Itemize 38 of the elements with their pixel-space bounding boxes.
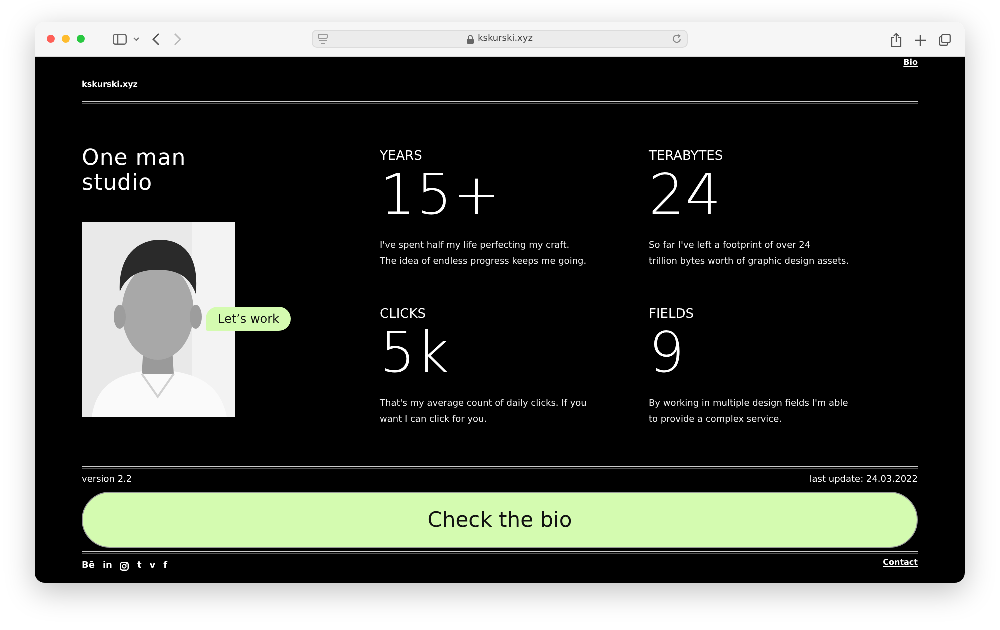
site-name: kskurski.xyz: [82, 80, 138, 89]
share-icon[interactable]: [891, 33, 902, 47]
social-link[interactable]: Bē: [82, 561, 95, 571]
stat-value: 5k: [380, 326, 452, 382]
stat-description: I've spent half my life perfecting my craft. The idea of endless progress keeps me going.: [380, 240, 588, 269]
contact-link[interactable]: Contact: [883, 558, 918, 566]
tabs-icon[interactable]: [939, 34, 951, 46]
stat-label: YEARS: [380, 149, 424, 164]
sidebar-icon[interactable]: [113, 34, 127, 44]
stat-description: That's my average count of daily clicks. If you want I can click for you.: [380, 398, 588, 427]
social-link[interactable]: v: [150, 561, 156, 571]
reload-icon[interactable]: [672, 34, 682, 44]
last-update-text: last update: 24.03.2022: [810, 475, 918, 485]
stat-label: CLICKS: [380, 307, 428, 322]
stat-label: FIELDS: [649, 307, 696, 322]
bio-link[interactable]: Bio: [904, 58, 918, 67]
page-title: One man studio: [82, 146, 188, 197]
url-text: kskurski.xyz: [478, 34, 533, 44]
version-text: version 2.2: [82, 475, 132, 485]
stat-description: By working in multiple design fields I'm able to provide a complex service.: [649, 398, 850, 427]
stat-description: So far I've left a footprint of over 24 trillion bytes worth of graphic design assets.: [649, 240, 850, 269]
plus-icon[interactable]: [915, 34, 926, 46]
page-icon: [318, 34, 328, 45]
chat-bubble[interactable]: Let’s work: [206, 306, 292, 331]
chevron-down-icon[interactable]: [133, 36, 140, 42]
stat-label: TERABYTES: [649, 149, 724, 164]
lock-icon: [467, 34, 474, 44]
stat-value: 24: [649, 168, 724, 224]
check-bio-button[interactable]: Check the bio: [82, 492, 918, 548]
address-bar[interactable]: kskurski.xyz: [312, 30, 688, 48]
close-button[interactable]: [47, 35, 55, 43]
back-icon[interactable]: [152, 32, 160, 46]
stat-value: 9: [649, 326, 687, 382]
social-link[interactable]: t: [137, 561, 142, 571]
social-link[interactable]: f: [164, 561, 168, 571]
instagram-icon[interactable]: [120, 562, 130, 570]
social-link[interactable]: in: [102, 561, 112, 571]
stat-value: 15+: [380, 168, 502, 224]
